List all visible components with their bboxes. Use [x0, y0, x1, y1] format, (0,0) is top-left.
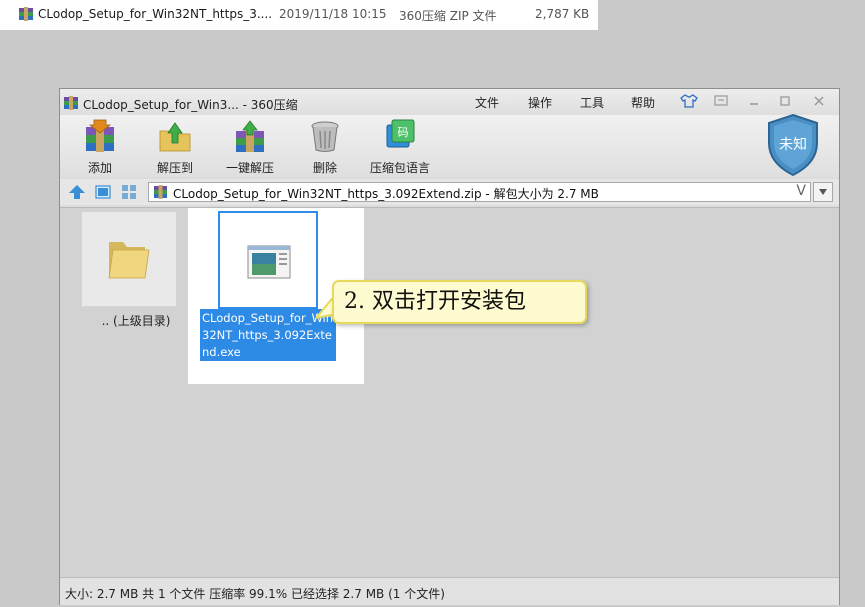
- parent-directory-item[interactable]: [81, 211, 177, 307]
- file-type: 360压缩 ZIP 文件: [399, 9, 497, 23]
- security-shield-icon[interactable]: 未知: [765, 113, 821, 177]
- winrar-archive-icon: [19, 7, 33, 21]
- window-title: CLodop_Setup_for_Win3... - 360压缩: [83, 98, 298, 112]
- file-modified: 2019/11/18 10:15: [279, 7, 387, 21]
- one-click-extract-icon: [236, 120, 264, 152]
- title-bar[interactable]: CLodop_Setup_for_Win3... - 360压缩 文件 操作 工…: [60, 89, 839, 115]
- one-click-extract-label: 一键解压: [225, 161, 274, 175]
- archive-language-label: 压缩包语言: [369, 161, 430, 175]
- address-bar: CLodop_Setup_for_Win32NT_https_3.092Exte…: [60, 179, 839, 205]
- exe-file-item[interactable]: [218, 211, 318, 309]
- maximize-icon[interactable]: [776, 93, 794, 109]
- folder-icon: [108, 242, 150, 279]
- path-field[interactable]: CLodop_Setup_for_Win32NT_https_3.092Exte…: [148, 182, 811, 202]
- parent-directory-label: .. (上级目录): [101, 314, 171, 328]
- language-code-icon: 码: [386, 119, 415, 148]
- instruction-callout: 2. 双击打开安装包: [332, 280, 587, 324]
- delete-button[interactable]: 删除: [285, 119, 365, 176]
- status-bar: 大小: 2.7 MB 共 1 个文件 压缩率 99.1% 已经选择 2.7 MB…: [60, 577, 839, 605]
- archive-path: CLodop_Setup_for_Win32NT_https_3.092Exte…: [173, 187, 599, 201]
- menu-operate[interactable]: 操作: [528, 94, 552, 111]
- one-click-extract-button[interactable]: 一键解压: [210, 119, 290, 176]
- add-button[interactable]: 添加: [60, 119, 140, 176]
- toolbar: 添加 解压到 一键解压 删除 码 压缩包语言: [60, 115, 839, 177]
- delete-label: 删除: [312, 161, 337, 175]
- trash-bin-icon: [311, 121, 339, 152]
- extract-to-button[interactable]: 解压到: [135, 119, 215, 176]
- feedback-icon[interactable]: [712, 93, 730, 109]
- minimize-icon[interactable]: [745, 93, 763, 109]
- status-text: 大小: 2.7 MB 共 1 个文件 压缩率 99.1% 已经选择 2.7 MB…: [65, 587, 445, 601]
- extract-to-label: 解压到: [156, 161, 193, 175]
- skin-shirt-icon[interactable]: [680, 93, 698, 109]
- add-label: 添加: [87, 161, 112, 175]
- zip-window: CLodop_Setup_for_Win3... - 360压缩 文件 操作 工…: [59, 88, 840, 605]
- file-list-area[interactable]: .. (上级目录) CLodop_Setup_for_Win32NT_https…: [60, 207, 839, 577]
- close-icon[interactable]: [810, 93, 828, 109]
- detail-view-icon[interactable]: [94, 184, 112, 200]
- history-chevron[interactable]: V: [796, 183, 806, 199]
- triangle-down-icon: [819, 189, 827, 195]
- grid-view-icon[interactable]: [120, 184, 138, 200]
- file-size: 2,787 KB: [535, 7, 590, 21]
- file-name: CLodop_Setup_for_Win32NT_https_3....: [38, 7, 273, 21]
- menu-help[interactable]: 帮助: [631, 94, 655, 111]
- archive-language-button[interactable]: 码 压缩包语言: [360, 119, 440, 176]
- up-arrow-icon[interactable]: [68, 184, 86, 200]
- path-dropdown-button[interactable]: [813, 182, 833, 202]
- menu-tools[interactable]: 工具: [580, 94, 604, 111]
- svg-text:码: 码: [398, 126, 409, 139]
- exe-window-icon: [247, 245, 291, 279]
- menu-file[interactable]: 文件: [475, 94, 499, 111]
- add-archive-icon: [86, 119, 114, 152]
- extract-folder-icon: [159, 122, 191, 152]
- archive-icon: [64, 96, 78, 110]
- explorer-file-row[interactable]: CLodop_Setup_for_Win32NT_https_3.... 201…: [0, 0, 598, 30]
- zip-file-icon: [154, 185, 167, 199]
- shield-text: 未知: [779, 136, 807, 153]
